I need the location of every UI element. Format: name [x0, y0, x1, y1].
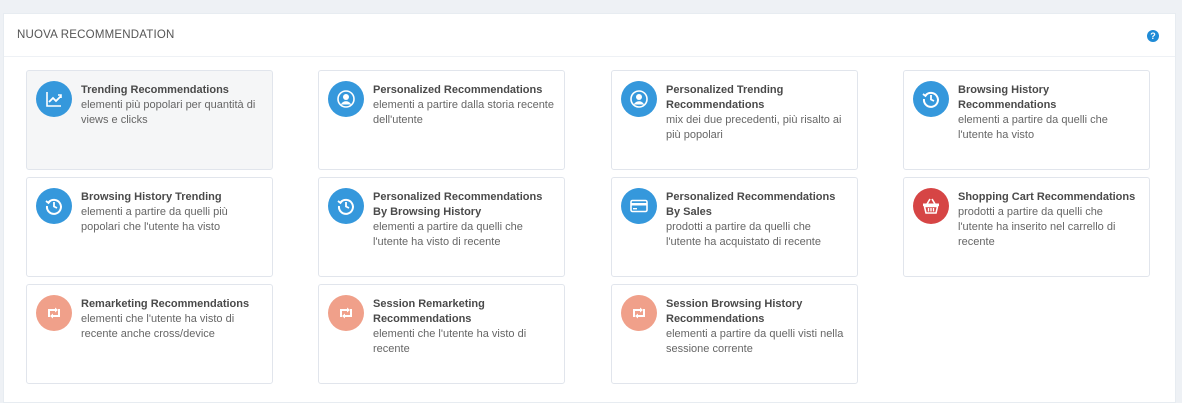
card-title: Personalized Recommendations By Browsing…	[373, 190, 556, 220]
history-icon	[36, 188, 72, 224]
card-session-browsing-history-recommendations[interactable]: Session Browsing History Recommendations…	[611, 284, 858, 384]
user-icon	[328, 81, 364, 117]
card-description: elementi a partire da quelli che l'utent…	[373, 220, 556, 250]
card-browsing-history-trending[interactable]: Browsing History Trending elementi a par…	[26, 177, 273, 277]
card-description: elementi a partire dalla storia recente …	[373, 98, 556, 128]
card-trending-recommendations[interactable]: Trending Recommendations elementi più po…	[26, 70, 273, 170]
recommendation-grid: Trending Recommendations elementi più po…	[0, 0, 1182, 399]
card-title: Personalized Recommendations	[373, 83, 556, 98]
retweet-icon	[328, 295, 364, 331]
card-session-remarketing-recommendations[interactable]: Session Remarketing Recommendations elem…	[318, 284, 565, 384]
trending-chart-icon	[36, 81, 72, 117]
card-personalized-by-sales[interactable]: Personalized Recommendations By Sales pr…	[611, 177, 858, 277]
card-title: Browsing History Trending	[81, 190, 264, 205]
card-personalized-trending-recommendations[interactable]: Personalized Trending Recommendations mi…	[611, 70, 858, 170]
card-description: elementi a partire da quelli più popolar…	[81, 205, 264, 235]
card-description: prodotti a partire da quelli che l'utent…	[666, 220, 849, 250]
card-description: mix dei due precedenti, più risalto ai p…	[666, 113, 849, 143]
card-description: elementi che l'utente ha visto di recent…	[81, 312, 264, 342]
retweet-icon	[36, 295, 72, 331]
retweet-icon	[621, 295, 657, 331]
card-title: Personalized Recommendations By Sales	[666, 190, 849, 220]
card-title: Browsing History Recommendations	[958, 83, 1141, 113]
card-description: prodotti a partire da quelli che l'utent…	[958, 205, 1141, 250]
history-icon	[913, 81, 949, 117]
card-remarketing-recommendations[interactable]: Remarketing Recommendations elementi che…	[26, 284, 273, 384]
user-icon	[621, 81, 657, 117]
card-description: elementi a partire da quelli visti nella…	[666, 327, 849, 357]
card-personalized-recommendations[interactable]: Personalized Recommendations elementi a …	[318, 70, 565, 170]
card-browsing-history-recommendations[interactable]: Browsing History Recommendations element…	[903, 70, 1150, 170]
card-title: Remarketing Recommendations	[81, 297, 264, 312]
shopping-basket-icon	[913, 188, 949, 224]
credit-card-icon	[621, 188, 657, 224]
card-description: elementi a partire da quelli che l'utent…	[958, 113, 1141, 143]
card-title: Personalized Trending Recommendations	[666, 83, 849, 113]
card-description: elementi che l'utente ha visto di recent…	[373, 327, 556, 357]
card-description: elementi più popolari per quantità di vi…	[81, 98, 264, 128]
card-title: Session Browsing History Recommendations	[666, 297, 849, 327]
card-title: Session Remarketing Recommendations	[373, 297, 556, 327]
card-title: Shopping Cart Recommendations	[958, 190, 1141, 205]
card-personalized-by-browsing-history[interactable]: Personalized Recommendations By Browsing…	[318, 177, 565, 277]
history-icon	[328, 188, 364, 224]
card-shopping-cart-recommendations[interactable]: Shopping Cart Recommendations prodotti a…	[903, 177, 1150, 277]
card-title: Trending Recommendations	[81, 83, 264, 98]
